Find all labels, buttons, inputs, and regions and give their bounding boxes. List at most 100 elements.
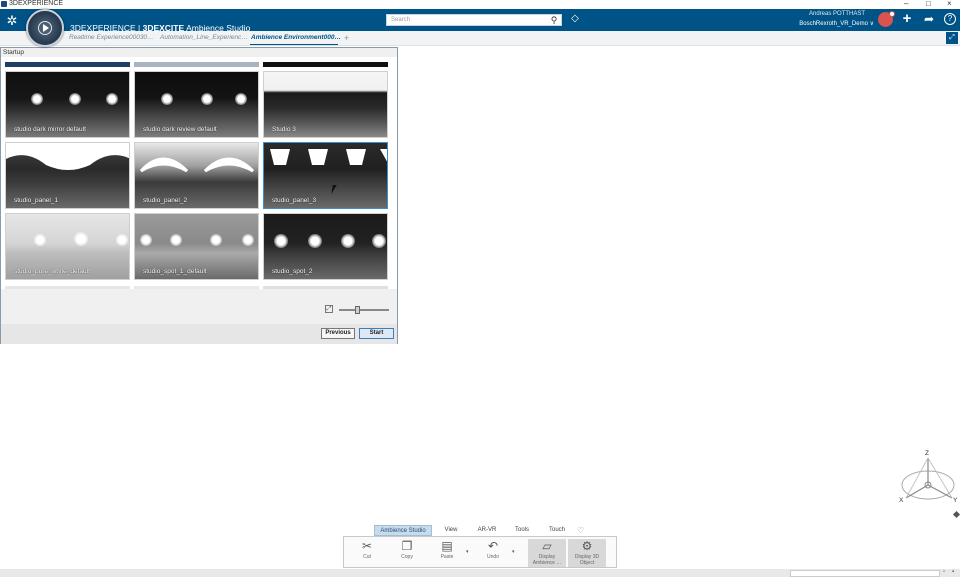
light-spot: [274, 234, 288, 248]
app-icon: [1, 1, 7, 7]
previous-button[interactable]: Previous: [321, 328, 355, 339]
search-input[interactable]: Search: [386, 14, 562, 26]
play-icon[interactable]: [43, 24, 49, 32]
copy-icon: ❐: [401, 539, 413, 553]
top-bar: ✲ 3DEXPERIENCE | 3DEXCITE Ambience Studi…: [0, 9, 960, 33]
thumbnail-label: studio_spot_1_default: [143, 268, 207, 275]
undo-options-arrow[interactable]: ▾: [512, 549, 515, 555]
light-spot: [140, 234, 152, 246]
tab-ambience-studio[interactable]: Ambience Studio: [374, 525, 432, 536]
thumbnail-studio-dark-mirror-default[interactable]: studio dark mirror default: [5, 71, 130, 138]
user-name[interactable]: Andreas POTTHAST: [809, 11, 865, 17]
paste-options-arrow[interactable]: ▾: [466, 549, 469, 555]
status-filter-icon[interactable]: ▫: [943, 569, 950, 576]
axis-triad[interactable]: Z X Y: [896, 450, 960, 512]
thumbnail-studio-spot-1-default[interactable]: studio_spot_1_default: [134, 213, 259, 280]
light-spot: [116, 234, 128, 246]
light-spot: [341, 234, 355, 248]
restore-button[interactable]: □: [926, 0, 931, 8]
undo-button[interactable]: ↶ Undo: [476, 539, 510, 567]
thumbnail-studio-pure-white-default[interactable]: studio_pure_white_default: [5, 213, 130, 280]
action-bar-tabs: Ambience Studio View AR-VR Tools Touch: [372, 524, 590, 536]
dialog-title: Startup: [3, 49, 24, 56]
tag-icon[interactable]: ◇: [568, 12, 582, 26]
plus-icon[interactable]: +: [900, 11, 914, 26]
ambience-gallery: studio dark mirror default studio dark r…: [1, 57, 397, 289]
favorites-icon[interactable]: ♡: [577, 527, 585, 535]
help-icon[interactable]: ?: [944, 13, 956, 25]
light-spot: [106, 93, 118, 105]
close-button[interactable]: ×: [947, 0, 952, 8]
3ds-logo-icon[interactable]: ✲: [4, 13, 20, 29]
dialog-footer: Previous Start: [1, 324, 397, 344]
paste-label: Paste: [440, 554, 454, 560]
display-ambience-icon: ▱: [542, 539, 552, 553]
light-spot: [34, 234, 46, 246]
window-title: 3DEXPERIENCE: [9, 0, 64, 7]
light-spot: [31, 93, 43, 105]
axis-x-label: X: [899, 497, 904, 504]
thumbnail-studio-panel-3[interactable]: studio_panel_3: [263, 142, 388, 209]
avatar[interactable]: [878, 11, 895, 27]
zoom-fit-icon[interactable]: ⤢: [325, 305, 333, 313]
compass-icon[interactable]: [26, 9, 64, 47]
thumbnail-studio-3[interactable]: Studio 3: [263, 71, 388, 138]
display-3d-object-icon: ⚙: [581, 539, 593, 553]
zoom-slider[interactable]: [339, 309, 389, 311]
minimize-button[interactable]: –: [904, 0, 908, 8]
display-ambience-button[interactable]: ▱ Display Ambience …: [528, 539, 566, 567]
tab-realtime-experience[interactable]: Realtime Experience00030…: [69, 34, 154, 41]
axis-y-label: Y: [953, 497, 958, 504]
thumbnail-partial[interactable]: [5, 62, 130, 67]
axis-triad-graphic: [901, 457, 955, 500]
maximize-icon[interactable]: ⤢: [946, 32, 958, 44]
action-bar: ✂ Cut ❐ Copy ▤ Paste ▾ ↶ Undo ▾ ▱ Displa…: [343, 536, 617, 568]
thumbnail-studio-panel-2[interactable]: studio_panel_2: [134, 142, 259, 209]
axis-z-label: Z: [925, 450, 929, 457]
thumbnail-studio-dark-review-default[interactable]: studio dark review default: [134, 71, 259, 138]
tab-ar-vr[interactable]: AR-VR: [472, 525, 502, 536]
thumbnail-studio-spot-2[interactable]: studio_spot_2: [263, 213, 388, 280]
thumbnail-label: Studio 3: [272, 126, 296, 133]
thumbnail-studio-panel-1[interactable]: studio_panel_1: [5, 142, 130, 209]
copy-label: Copy: [401, 554, 413, 560]
thumbnail-label: studio_pure_white_default: [14, 268, 90, 275]
paste-button[interactable]: ▤ Paste: [430, 539, 464, 567]
undo-label: Undo: [487, 554, 499, 560]
light-spot: [170, 234, 182, 246]
mouse-cursor: [331, 185, 341, 194]
tab-tools[interactable]: Tools: [510, 525, 534, 536]
zoom-slider-handle[interactable]: [354, 306, 360, 314]
status-bar: ▫ ▪: [0, 569, 960, 577]
cut-button[interactable]: ✂ Cut: [350, 539, 384, 567]
copy-button[interactable]: ❐ Copy: [390, 539, 424, 567]
light-spot: [69, 93, 81, 105]
light-spot: [74, 232, 88, 246]
display-3d-object-button[interactable]: ⚙ Display 3D Object: [568, 539, 606, 567]
window-title-bar: 3DEXPERIENCE – □ ×: [0, 0, 960, 9]
light-spot: [372, 234, 386, 248]
tab-view[interactable]: View: [438, 525, 464, 536]
add-tab-icon[interactable]: +: [344, 33, 349, 43]
tab-automation-line-experience[interactable]: Automation_Line_Experienc…: [160, 34, 248, 41]
thumbnail-zoom-bar: ⤢: [1, 289, 397, 324]
light-spot: [235, 93, 247, 105]
tab-touch[interactable]: Touch: [542, 525, 572, 536]
light-spot: [210, 234, 222, 246]
search-icon[interactable]: ⚲: [548, 14, 560, 26]
thumbnail-label: studio_panel_3: [272, 197, 317, 204]
thumbnail-partial[interactable]: [134, 62, 259, 67]
tab-ambience-environment[interactable]: Ambience Environment000…: [251, 34, 341, 41]
notification-badge: [889, 11, 895, 17]
share-icon[interactable]: ➦: [922, 12, 936, 26]
scissors-icon: ✂: [361, 539, 373, 553]
thumbnail-partial[interactable]: [263, 62, 388, 67]
viewpoint-arrow-icon[interactable]: [952, 510, 960, 519]
collaborative-space-selector[interactable]: BoschRexroth_VR_Demo ∨: [799, 20, 874, 27]
display-3d-object-label: Display 3D Object: [574, 554, 600, 566]
thumbnail-label: studio_spot_2: [272, 268, 313, 275]
start-button[interactable]: Start: [359, 328, 394, 339]
status-settings-icon[interactable]: ▪: [952, 569, 959, 576]
thumbnail-label: studio_panel_2: [143, 197, 188, 204]
status-command-input[interactable]: [790, 570, 940, 577]
